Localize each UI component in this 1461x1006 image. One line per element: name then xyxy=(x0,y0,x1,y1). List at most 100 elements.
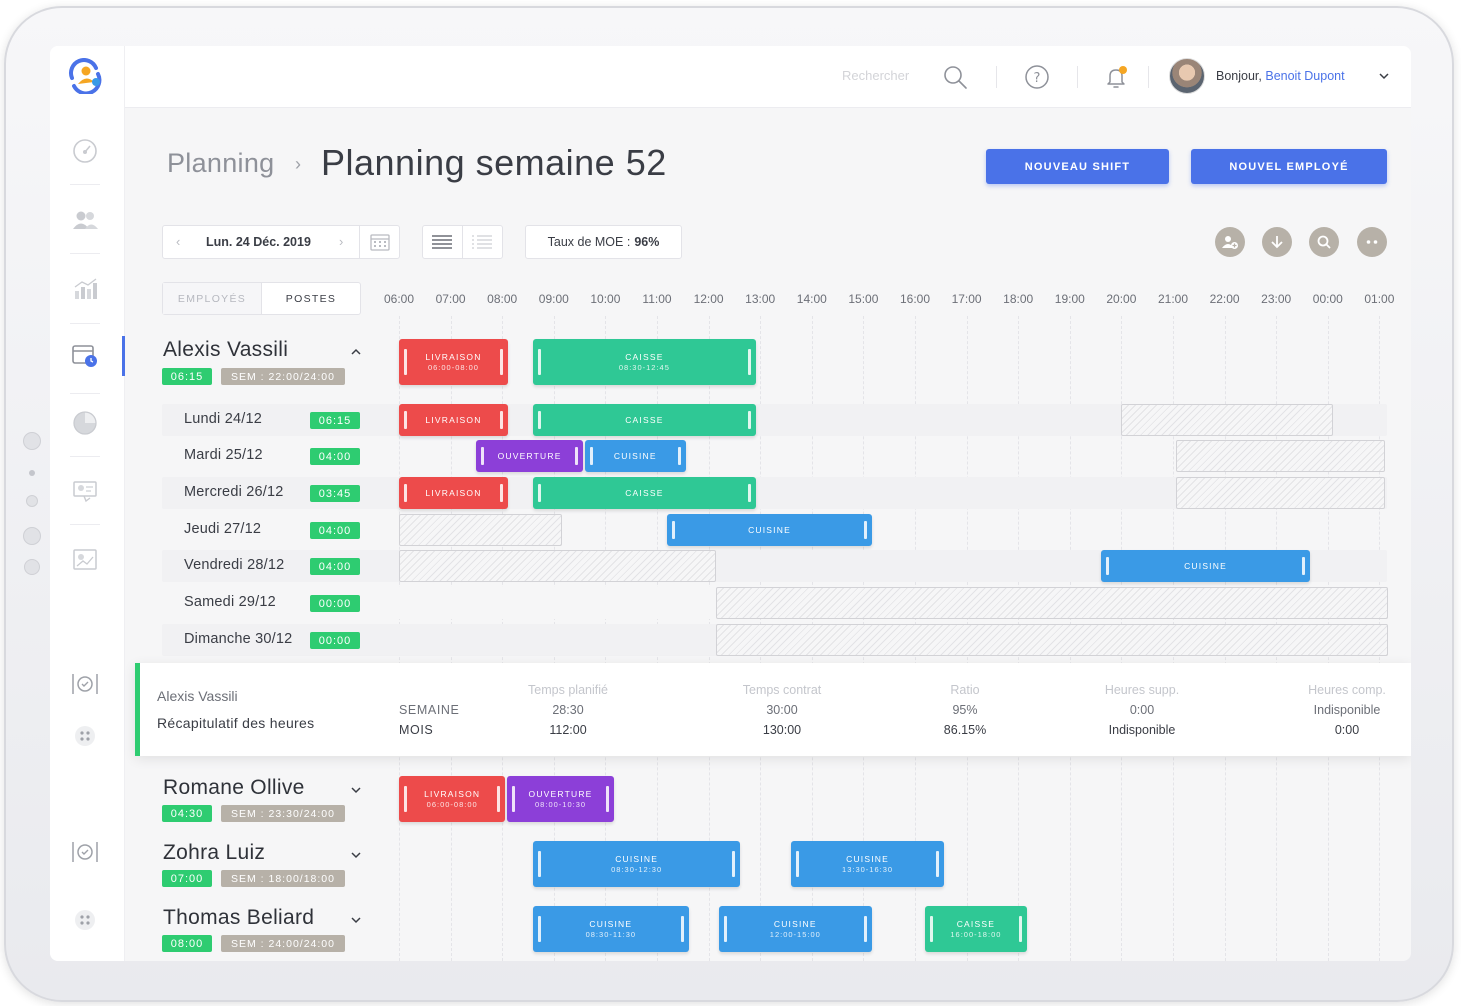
shift-time: 16:00-18:00 xyxy=(950,930,1002,939)
shift-block[interactable]: OUVERTURE 08:00-10:30 xyxy=(507,776,614,822)
nav-stats[interactable] xyxy=(68,272,102,306)
svg-text:?: ? xyxy=(1034,71,1041,86)
search-icon xyxy=(1317,235,1331,249)
avatar[interactable] xyxy=(1169,58,1205,94)
user-name[interactable]: Benoit Dupont xyxy=(1265,69,1344,83)
row-label-week: SEMAINE xyxy=(399,703,460,717)
day-label: Jeudi 27/12 xyxy=(184,521,262,537)
view-list-button[interactable] xyxy=(463,226,503,258)
employee-name[interactable]: Thomas Beliard xyxy=(163,906,314,930)
shift-block[interactable]: CAISSE xyxy=(533,477,756,509)
calendar-button[interactable] xyxy=(359,226,400,258)
shift-block[interactable]: CAISSE xyxy=(533,404,756,436)
apps-icon xyxy=(75,910,95,930)
search-icon[interactable] xyxy=(941,63,969,91)
shift-block[interactable]: CAISSE 16:00-18:00 xyxy=(925,906,1027,952)
chevron-down-icon[interactable] xyxy=(350,914,362,926)
hour-label: 09:00 xyxy=(538,292,569,306)
shift-block[interactable]: CUISINE 13:30-16:30 xyxy=(791,841,944,887)
hours-badge: 06:15 xyxy=(162,368,212,385)
apps-icon xyxy=(75,726,95,746)
sidebar xyxy=(50,46,125,961)
shift-time: 06:00-08:00 xyxy=(426,800,478,809)
nav-team[interactable] xyxy=(68,203,102,237)
shift-label: CUISINE xyxy=(773,919,817,929)
dish-icon xyxy=(72,842,98,862)
prev-date-button[interactable]: ‹ xyxy=(176,234,180,249)
shift-block[interactable]: CUISINE 12:00-15:00 xyxy=(718,906,872,952)
shift-block[interactable]: LIVRAISON xyxy=(399,404,508,436)
shift-block[interactable]: CUISINE 08:30-11:30 xyxy=(533,906,689,952)
shift-block[interactable]: CAISSE 08:30-12:45 xyxy=(533,339,756,385)
day-label: Dimanche 30/12 xyxy=(184,631,293,647)
employee-name[interactable]: Zohra Luiz xyxy=(163,841,265,865)
top-bar: Rechercher ? Bonjour, Benoit Dupont xyxy=(50,46,1411,108)
shift-time: 13:30-16:30 xyxy=(842,865,894,874)
nav-apps[interactable] xyxy=(68,903,102,937)
nav-dish[interactable] xyxy=(68,835,102,869)
hour-label: 17:00 xyxy=(951,292,982,306)
chevron-up-icon[interactable] xyxy=(350,346,362,358)
shift-block[interactable]: CUISINE xyxy=(1100,550,1311,582)
nav-planning[interactable] xyxy=(68,339,102,373)
hour-label: 15:00 xyxy=(848,292,879,306)
more-button[interactable] xyxy=(1357,227,1387,257)
tab-employees[interactable]: EMPLOYÉS xyxy=(163,283,262,314)
day-hours-badge: 04:00 xyxy=(310,522,360,539)
breadcrumb-root[interactable]: Planning xyxy=(167,148,275,179)
summary-employee-name: Alexis Vassili xyxy=(157,688,238,704)
divider xyxy=(1077,66,1078,88)
date-picker: ‹ Lun. 24 Déc. 2019 › xyxy=(162,225,400,259)
shift-block[interactable]: CUISINE xyxy=(584,440,686,472)
employee-name[interactable]: Romane Ollive xyxy=(163,776,305,800)
chevron-down-icon[interactable] xyxy=(350,849,362,861)
app-logo[interactable] xyxy=(66,58,104,94)
shift-block[interactable]: LIVRAISON xyxy=(399,477,508,509)
download-button[interactable] xyxy=(1262,227,1292,257)
unavailable-block xyxy=(716,587,1388,619)
shift-label: CAISSE xyxy=(625,415,664,425)
shift-block[interactable]: CUISINE xyxy=(667,514,872,546)
day-label: Samedi 29/12 xyxy=(184,594,276,610)
chevron-down-icon[interactable] xyxy=(350,784,362,796)
nav-active-indicator xyxy=(122,336,125,376)
shift-block[interactable]: LIVRAISON 06:00-08:00 xyxy=(399,339,508,385)
hours-badge: 08:00 xyxy=(162,935,212,952)
hour-label: 19:00 xyxy=(1054,292,1085,306)
shift-block[interactable]: OUVERTURE xyxy=(476,440,583,472)
nav-dashboard[interactable] xyxy=(68,134,102,168)
next-date-button[interactable]: › xyxy=(339,234,343,249)
shift-block[interactable]: CUISINE 08:30-12:30 xyxy=(533,841,741,887)
nav-dish[interactable] xyxy=(68,667,102,701)
nav-apps[interactable] xyxy=(68,719,102,753)
new-shift-button[interactable]: NOUVEAU SHIFT xyxy=(986,149,1169,184)
bell-icon[interactable] xyxy=(1102,63,1130,91)
add-user-button[interactable] xyxy=(1215,227,1245,257)
nav-divider xyxy=(70,393,100,394)
search-button[interactable] xyxy=(1309,227,1339,257)
download-icon xyxy=(1271,236,1283,249)
more-icon xyxy=(1366,240,1378,244)
hour-label: 18:00 xyxy=(1003,292,1034,306)
hour-label: 23:00 xyxy=(1261,292,1292,306)
hour-label: 12:00 xyxy=(693,292,724,306)
help-icon[interactable]: ? xyxy=(1023,63,1051,91)
new-employee-button[interactable]: NOUVEL EMPLOYÉ xyxy=(1191,149,1387,184)
shift-time: 06:00-08:00 xyxy=(427,363,479,372)
chevron-down-icon[interactable] xyxy=(1378,70,1390,82)
view-lines-button[interactable] xyxy=(423,226,463,258)
add-user-icon xyxy=(1222,236,1238,249)
shift-block[interactable]: LIVRAISON 06:00-08:00 xyxy=(399,776,506,822)
nav-id-card[interactable] xyxy=(68,474,102,508)
divider xyxy=(1148,66,1149,88)
moe-rate: Taux de MOE : 96% xyxy=(525,225,682,259)
month-planned: 112:00 xyxy=(549,723,587,737)
hour-label: 22:00 xyxy=(1209,292,1240,306)
nav-pie[interactable] xyxy=(68,406,102,440)
employee-name[interactable]: Alexis Vassili xyxy=(163,338,288,362)
nav-report[interactable] xyxy=(68,543,102,577)
search-input[interactable]: Rechercher xyxy=(842,68,909,83)
hour-label: 06:00 xyxy=(383,292,415,306)
tab-positions[interactable]: POSTES xyxy=(262,283,360,314)
col-header-comp-hours: Heures comp. xyxy=(1308,683,1386,697)
